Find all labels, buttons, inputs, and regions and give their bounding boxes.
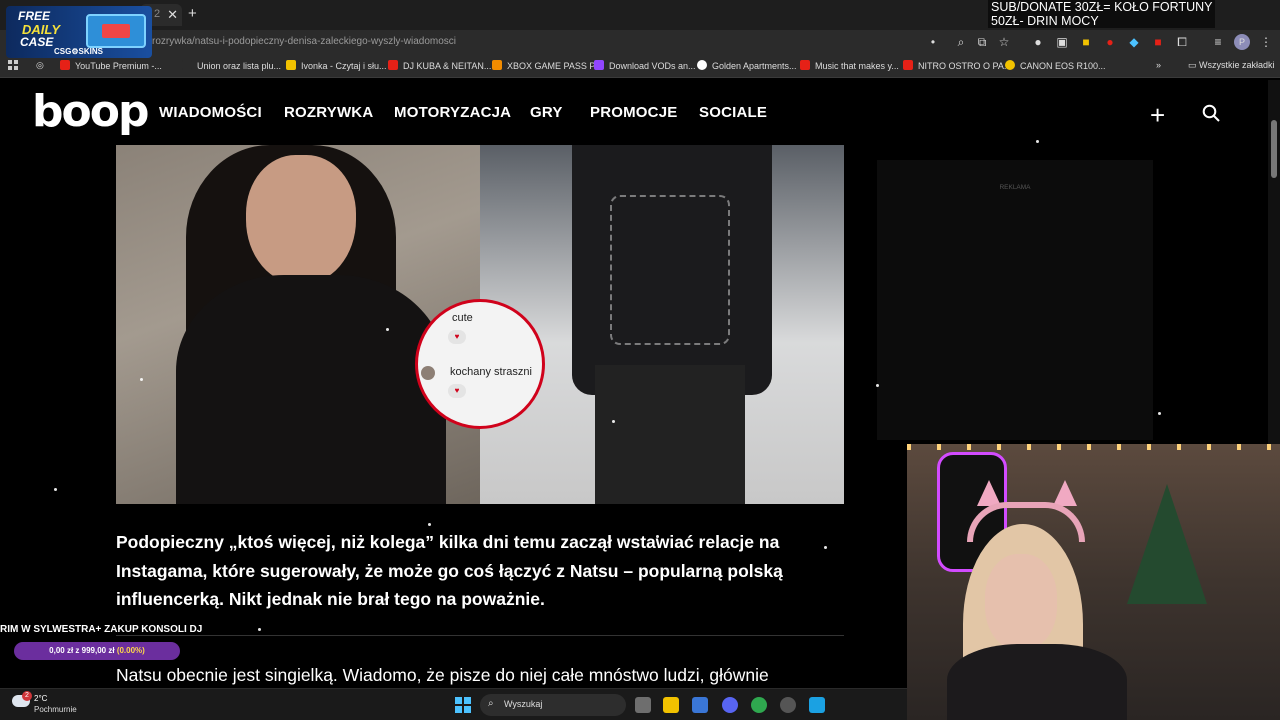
- bookmark-item[interactable]: Download VODs an...: [594, 60, 696, 71]
- case-icon: [86, 14, 146, 48]
- search-icon: ⌕: [488, 698, 494, 709]
- install-icon[interactable]: ⧉: [974, 34, 990, 50]
- zoom-icon[interactable]: ⌕: [953, 34, 969, 50]
- extension-icon[interactable]: ■: [1150, 34, 1166, 50]
- bookmark-favicon: [697, 60, 707, 70]
- webcam-feed: [907, 444, 1280, 720]
- bookmark-item[interactable]: NITRO OSTRO O PA...: [903, 60, 1011, 71]
- taskbar-search[interactable]: ⌕ Wyszukaj: [480, 694, 626, 716]
- obs-icon[interactable]: [780, 697, 796, 713]
- bookmark-item[interactable]: Music that makes y...: [800, 60, 899, 71]
- goal-progress-text: 0,00 zł z 999,00 zł (0.00%): [49, 646, 145, 655]
- youtube-icon: [903, 60, 913, 70]
- all-bookmarks[interactable]: ▭ Wszystkie zakładki: [1188, 60, 1275, 71]
- christmas-tree: [1127, 484, 1207, 604]
- extension-icon[interactable]: ●: [1030, 34, 1046, 50]
- bookmark-item[interactable]: DJ KUBA & NEITAN...: [388, 60, 491, 71]
- bookmark-item[interactable]: YouTube Premium -...: [60, 60, 162, 71]
- bookmark-star-icon[interactable]: ☆: [996, 34, 1012, 50]
- bookmark-favicon: [594, 60, 604, 70]
- cat-ear-headset: [967, 502, 1085, 542]
- heart-reaction-icon: ♥: [448, 384, 466, 398]
- article-hero-image: cute ♥ kochany straszni ♥: [116, 145, 844, 504]
- extension-icon[interactable]: ◆: [1126, 34, 1142, 50]
- bookmark-item[interactable]: CANON EOS R100...: [1005, 60, 1106, 71]
- chrome-icon[interactable]: ◎: [36, 60, 44, 71]
- folder-icon: ▭: [1188, 60, 1200, 70]
- extension-icon[interactable]: ●: [1102, 34, 1118, 50]
- site-header: boop WIADOMOŚCI ROZRYWKA MOTORYZACJA GRY…: [0, 80, 1280, 144]
- chrome-icon[interactable]: [751, 697, 767, 713]
- windows-start-icon[interactable]: [455, 697, 471, 713]
- search-icon[interactable]: [1202, 104, 1220, 122]
- dot-icon: •: [930, 35, 936, 49]
- profile-avatar-icon[interactable]: P: [1234, 34, 1250, 50]
- extension-icon[interactable]: ■: [1078, 34, 1094, 50]
- donate-info: SUB/DONATE 30ZŁ= KOŁO FORTUNY 50ZŁ- DRIN…: [988, 0, 1216, 28]
- chevron-double-right-icon[interactable]: »: [1156, 60, 1161, 70]
- bookmark-favicon: [1005, 60, 1015, 70]
- chat-screenshot-bubble: cute ♥ kochany straszni ♥: [415, 299, 545, 429]
- close-tab-icon[interactable]: ✕: [167, 7, 178, 23]
- task-view-icon[interactable]: [635, 697, 651, 713]
- puzzle-icon[interactable]: ⧠: [1174, 34, 1190, 50]
- divider: [116, 635, 844, 636]
- reading-list-icon[interactable]: ≡: [1210, 34, 1226, 50]
- youtube-icon: [60, 60, 70, 70]
- menu-kebab-icon[interactable]: ⋮: [1258, 34, 1274, 50]
- ad-label: REKLAMA: [999, 184, 1031, 191]
- new-tab-icon[interactable]: +: [188, 5, 197, 22]
- nav-item-motoryzacja[interactable]: MOTORYZACJA: [394, 104, 511, 121]
- plus-icon[interactable]: +: [1150, 100, 1165, 131]
- extension-icon[interactable]: ▣: [1054, 34, 1070, 50]
- tab-number: 2: [154, 8, 161, 20]
- goal-progress-bar: 0,00 zł z 999,00 zł (0.00%): [14, 642, 180, 660]
- hero-photo-woman: [116, 145, 480, 504]
- chat-avatar: [421, 366, 435, 380]
- weather-temp: 2°C: [34, 694, 48, 703]
- nav-item-gry[interactable]: GRY: [530, 104, 563, 121]
- site-logo[interactable]: boop: [32, 86, 149, 137]
- nav-item-sociale[interactable]: SOCIALE: [699, 104, 767, 121]
- article-lead-paragraph: Podopieczny „ktoś więcej, niż kolega” ki…: [116, 532, 783, 609]
- apps-grid-icon[interactable]: [8, 60, 18, 70]
- bookmark-item[interactable]: Golden Apartments...: [697, 60, 797, 71]
- taskbar: 2 2°C Pochmurnie ⌕ Wyszukaj: [0, 688, 907, 720]
- promo-banner: FREE DAILY CASE CSG⚙SKINS: [6, 6, 152, 58]
- bookmark-favicon: [182, 60, 192, 70]
- advertisement-slot[interactable]: REKLAMA: [877, 160, 1153, 440]
- discord-icon[interactable]: [722, 697, 738, 713]
- article-paragraph: Natsu obecnie jest singielką. Wiadomo, ż…: [116, 665, 769, 685]
- nav-item-promocje[interactable]: PROMOCJE: [590, 104, 677, 121]
- store-icon[interactable]: [692, 697, 708, 713]
- bookmarks-bar: ◎ YouTube Premium -... Union oraz lista …: [0, 56, 1280, 78]
- bookmark-favicon: [286, 60, 296, 70]
- weather-badge: 2: [22, 691, 32, 701]
- nav-item-wiadomosci[interactable]: WIADOMOŚCI: [159, 104, 262, 121]
- youtube-icon: [800, 60, 810, 70]
- chat-message: kochany straszni: [450, 366, 532, 378]
- youtube-icon: [388, 60, 398, 70]
- hero-photo-man: [480, 145, 844, 504]
- weather-desc: Pochmurnie: [34, 705, 77, 714]
- chat-message: cute: [452, 312, 473, 324]
- goal-title: RIM W SYLWESTRA+ ZAKUP KONSOLI DJ: [0, 624, 203, 635]
- bookmark-item[interactable]: Ivonka - Czytaj i słu...: [286, 60, 387, 71]
- nav-item-rozrywka[interactable]: ROZRYWKA: [284, 104, 373, 121]
- bookmark-favicon: [492, 60, 502, 70]
- address-bar: rozrywka/natsu-i-podopieczny-denisa-zale…: [0, 30, 1280, 56]
- notepad-icon[interactable]: [809, 697, 825, 713]
- file-explorer-icon[interactable]: [663, 697, 679, 713]
- url-field[interactable]: rozrywka/natsu-i-podopieczny-denisa-zale…: [152, 36, 456, 47]
- bookmark-item[interactable]: XBOX GAME PASS P...: [492, 60, 602, 71]
- promo-brand: CSG⚙SKINS: [54, 47, 103, 56]
- heart-reaction-icon: ♥: [448, 330, 466, 344]
- bookmark-item[interactable]: Union oraz lista plu...: [182, 60, 281, 71]
- scrollbar-thumb[interactable]: [1271, 120, 1277, 178]
